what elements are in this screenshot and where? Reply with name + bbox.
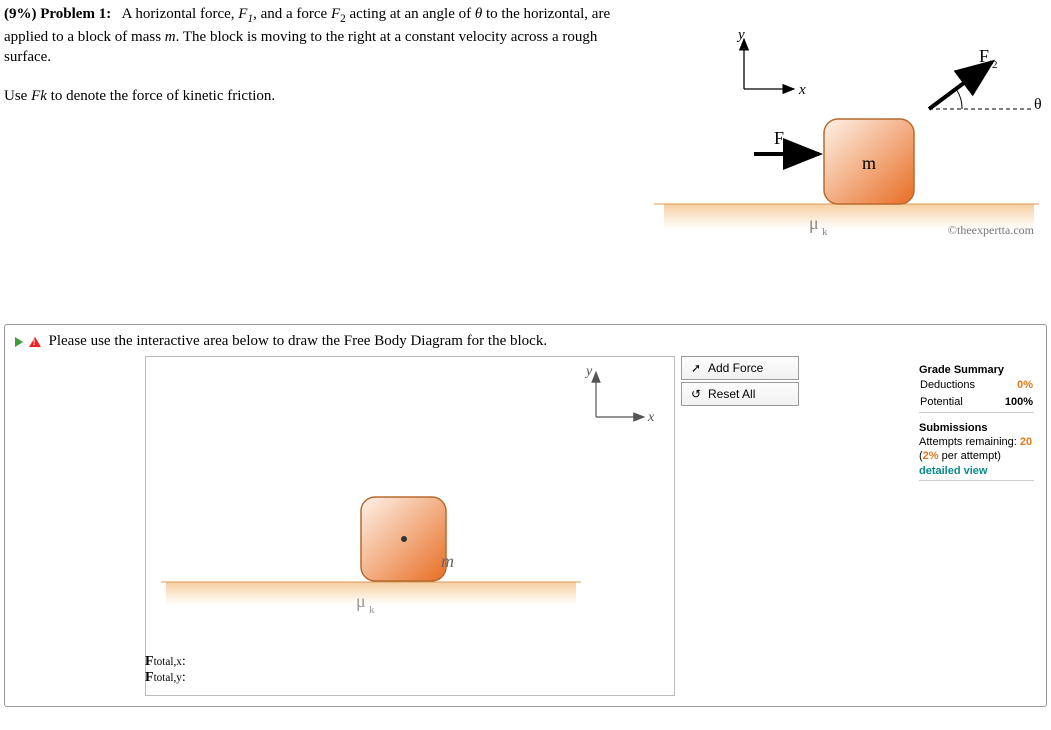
text: to denote the force of kinetic friction. [47, 88, 275, 104]
svg-text:μ: μ [809, 213, 819, 233]
svg-text:m: m [862, 153, 876, 173]
fty-f: F [145, 670, 154, 685]
svg-text:1: 1 [786, 141, 792, 153]
ftx-sub: total,x [154, 656, 182, 668]
deductions-value: 0% [994, 377, 1034, 393]
fty-sub: total,y [154, 672, 182, 684]
problem-statement: (9%) Problem 1: A horizontal force, F1, … [4, 4, 644, 264]
svg-text:x: x [798, 82, 806, 98]
expand-icon[interactable] [15, 337, 23, 347]
svg-text:x: x [647, 410, 655, 425]
svg-text:©theexpertta.com: ©theexpertta.com [948, 223, 1035, 237]
add-force-label: Add Force [708, 361, 763, 375]
colon: : [182, 670, 186, 685]
svg-text:y: y [736, 27, 745, 43]
colon: : [182, 654, 186, 669]
warning-icon [29, 337, 41, 347]
fbd-prompt: Please use the interactive area below to… [49, 333, 548, 349]
fbd-section: Please use the interactive area below to… [4, 324, 1047, 707]
per-attempt-b: per attempt) [939, 450, 1001, 462]
text: Use [4, 88, 31, 104]
reset-all-label: Reset All [708, 387, 755, 401]
text: A horizontal force, [122, 6, 239, 22]
ftx-f: F [145, 654, 154, 669]
fbd-canvas[interactable]: m y x μ k [145, 356, 675, 696]
var-m: m [165, 29, 176, 45]
svg-text:y: y [584, 364, 593, 379]
deductions-label: Deductions [919, 377, 994, 393]
attempts-label: Attempts remaining: [919, 436, 1020, 448]
add-force-button[interactable]: ➚ Add Force [681, 356, 799, 380]
ftotal-readout: Ftotal,x: Ftotal,y: [145, 654, 186, 686]
problem-diagram: m y x F 1 F 2 θ μ k ©theexpertta.com [644, 4, 1044, 264]
detailed-view-link[interactable]: detailed view [919, 464, 1034, 478]
problem-title: Problem 1: [40, 6, 111, 22]
text: acting at an angle of [346, 6, 475, 22]
potential-label: Potential [919, 394, 994, 410]
reset-icon: ↺ [690, 387, 702, 401]
svg-text:m: m [441, 551, 454, 571]
svg-text:μ: μ [356, 591, 366, 611]
svg-text:2: 2 [992, 59, 998, 71]
var-fk: Fk [31, 88, 47, 104]
reset-all-button[interactable]: ↺ Reset All [681, 382, 799, 406]
subs-title: Submissions [919, 421, 1034, 435]
grade-sidebar: Grade Summary Deductions0% Potential100%… [919, 355, 1034, 483]
svg-text:F: F [979, 46, 989, 66]
per-attempt-pct: 2% [923, 450, 939, 462]
arrow-icon: ➚ [690, 361, 702, 375]
grade-title: Grade Summary [919, 363, 1034, 377]
attempts-value: 20 [1020, 436, 1032, 448]
svg-text:θ: θ [1034, 96, 1042, 113]
text: , and a force [253, 6, 331, 22]
svg-text:F: F [774, 128, 784, 148]
potential-value: 100% [994, 394, 1034, 410]
svg-text:k: k [822, 226, 828, 238]
var-f2: F [331, 6, 340, 22]
svg-text:k: k [369, 604, 375, 616]
problem-weight: (9%) [4, 6, 40, 22]
